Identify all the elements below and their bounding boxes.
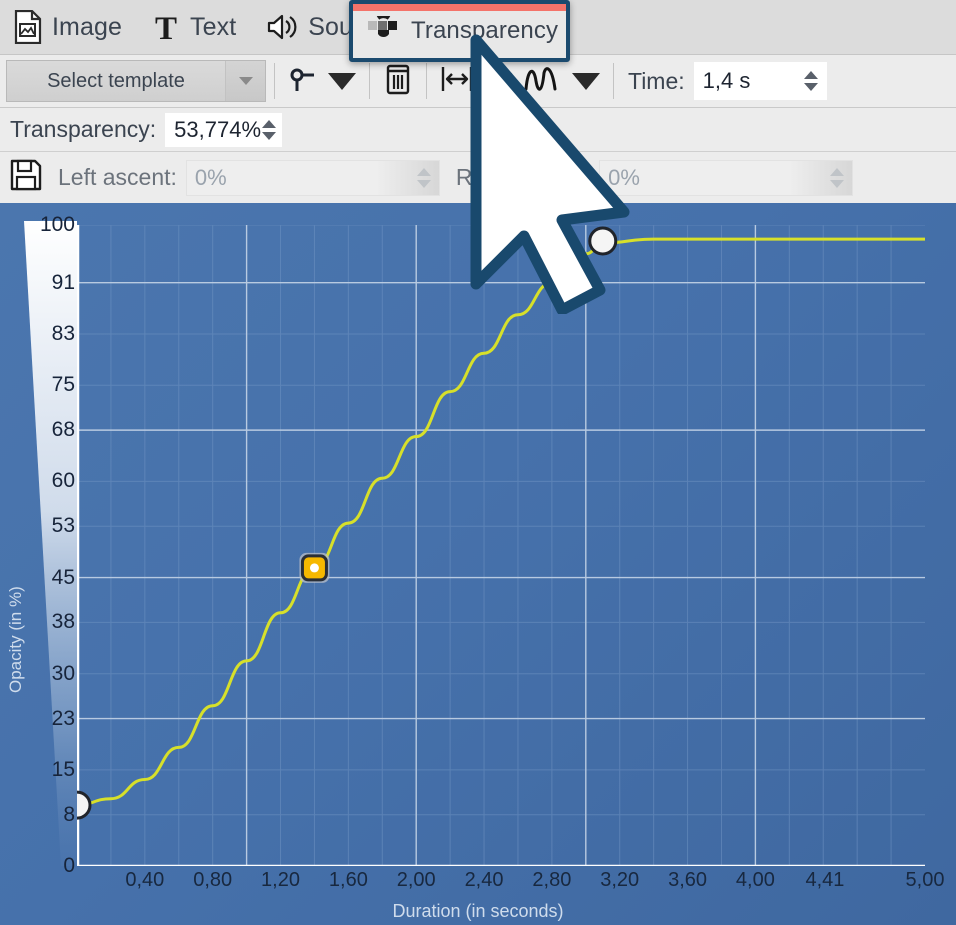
y-tick-label: 38 [11,610,75,634]
right-ascent-input[interactable]: 0% [599,160,853,196]
x-tick-label: 2,40 [465,869,504,892]
y-tick-label: 53 [11,514,75,538]
y-tick-label: 15 [11,758,75,782]
wave-curve-icon [522,63,562,100]
svg-text:T: T [155,11,177,44]
triangle-down-icon [572,73,600,90]
stretch-button[interactable] [435,59,479,103]
template-select[interactable]: Select template [6,60,266,102]
middle-keyframe[interactable] [299,553,329,583]
left-ascent-spinner[interactable] [413,161,439,195]
x-tick-label: 0,80 [193,869,232,892]
toolbar-divider-2 [369,63,370,99]
chart-canvas [77,225,925,866]
tab-transparency-label: Transparency [411,17,558,45]
text-T-icon: T [152,10,180,44]
toolbar-divider-4 [613,63,614,99]
time-spinner[interactable] [800,63,826,99]
transparency-value: 53,774% [174,117,261,143]
spinner-down-icon[interactable] [830,180,844,188]
right-ascent-label: Right ascent: [456,164,590,191]
x-tick-label: 3,60 [668,869,707,892]
keyframe-node-icon [288,64,318,99]
y-tick-label: 83 [11,322,75,346]
spinner-down-icon[interactable] [804,83,818,91]
delete-keyframe-button[interactable] [378,59,418,103]
time-label: Time: [628,68,685,95]
x-tick-label: 2,80 [532,869,571,892]
y-tick-label: 91 [11,271,75,295]
add-keyframe-button[interactable] [283,59,323,103]
transparency-editor-window: Image T Text Sound [0,0,956,925]
ascent-row: Left ascent: 0% Right ascent: 0% [0,152,956,203]
image-file-icon [14,10,42,44]
spinner-up-icon[interactable] [262,120,276,128]
triangle-down-icon [328,73,356,90]
tab-image[interactable]: Image [0,0,138,55]
spinner-down-icon[interactable] [262,132,276,140]
left-ascent-label: Left ascent: [58,164,177,191]
y-tick-label: 8 [11,803,75,827]
transparency-label: Transparency: [10,116,156,143]
transparency-spinner[interactable] [261,114,281,146]
spinner-up-icon[interactable] [417,168,431,176]
chevron-down-icon[interactable] [225,61,265,101]
keyframe-dropdown-button[interactable] [323,59,361,103]
x-tick-label: 4,00 [736,869,775,892]
speaker-icon [266,12,298,42]
stretch-dropdown-button[interactable] [479,59,517,103]
y-tick-label: 60 [11,469,75,493]
toolbar-divider-3 [426,63,427,99]
opacity-curve[interactable] [77,239,925,805]
tab-image-label: Image [52,13,122,42]
tab-text[interactable]: T Text [138,0,252,55]
x-tick-label: 5,00 [906,869,945,892]
time-control-group: Time: 1,4 s [628,62,827,100]
transparency-icon [367,16,401,46]
primary-toolbar: Select template [0,55,956,108]
x-tick-label: 2,00 [397,869,436,892]
x-tick-label: 0,40 [125,869,164,892]
time-input[interactable]: 1,4 s [694,62,827,100]
trash-bin-icon [383,62,413,101]
left-ascent-input[interactable]: 0% [186,160,440,196]
spinner-down-icon[interactable] [417,180,431,188]
floppy-save-icon[interactable] [10,159,42,196]
y-tick-label: 30 [11,662,75,686]
left-ascent-value: 0% [195,165,413,191]
x-tick-label: 1,20 [261,869,300,892]
triangle-down-icon [484,73,512,90]
spinner-up-icon[interactable] [804,71,818,79]
y-tick-label: 75 [11,373,75,397]
triangle-glyph [239,77,253,85]
toolbar-divider-1 [274,63,275,99]
curve-shape-button[interactable] [517,59,567,103]
horizontal-resize-icon [440,64,474,99]
x-axis-title: Duration (in seconds) [0,901,956,922]
spinner-up-icon[interactable] [830,168,844,176]
end-keyframe[interactable] [590,228,616,254]
curve-dropdown-button[interactable] [567,59,605,103]
y-tick-label: 23 [11,707,75,731]
transparency-row: Transparency: 53,774% [0,108,956,152]
right-ascent-spinner[interactable] [826,161,852,195]
right-ascent-value: 0% [608,165,826,191]
y-tick-label: 100 [11,213,75,237]
template-select-label: Select template [7,70,225,93]
tab-transparency[interactable]: Transparency [349,0,570,62]
y-tick-label: 68 [11,418,75,442]
plot-area[interactable] [77,225,925,866]
x-tick-label: 4,41 [805,869,844,892]
transparency-input[interactable]: 53,774% [165,113,282,147]
opacity-curve-chart[interactable]: Opacity (in %) Duration (in seconds) 100… [0,203,956,925]
time-value: 1,4 s [703,68,800,94]
y-tick-label: 45 [11,566,75,590]
y-tick-label: 0 [11,854,75,878]
start-keyframe[interactable] [77,792,90,818]
tab-text-label: Text [190,13,236,42]
x-tick-label: 1,60 [329,869,368,892]
x-tick-label: 3,20 [600,869,639,892]
